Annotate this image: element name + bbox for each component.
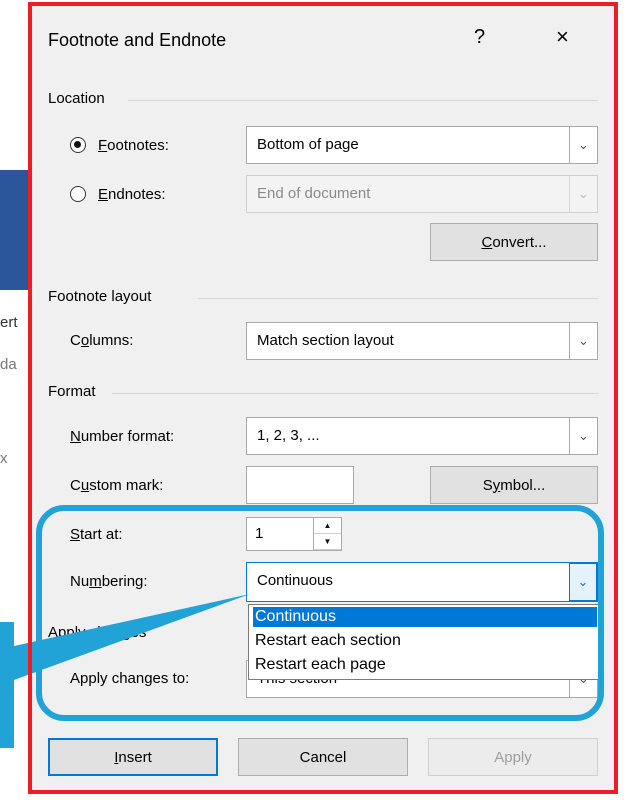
background-text-2: da [0,356,17,373]
red-frame-annotation [28,2,618,794]
background-text-1: ert [0,314,18,331]
background-text-3: x [0,450,8,467]
